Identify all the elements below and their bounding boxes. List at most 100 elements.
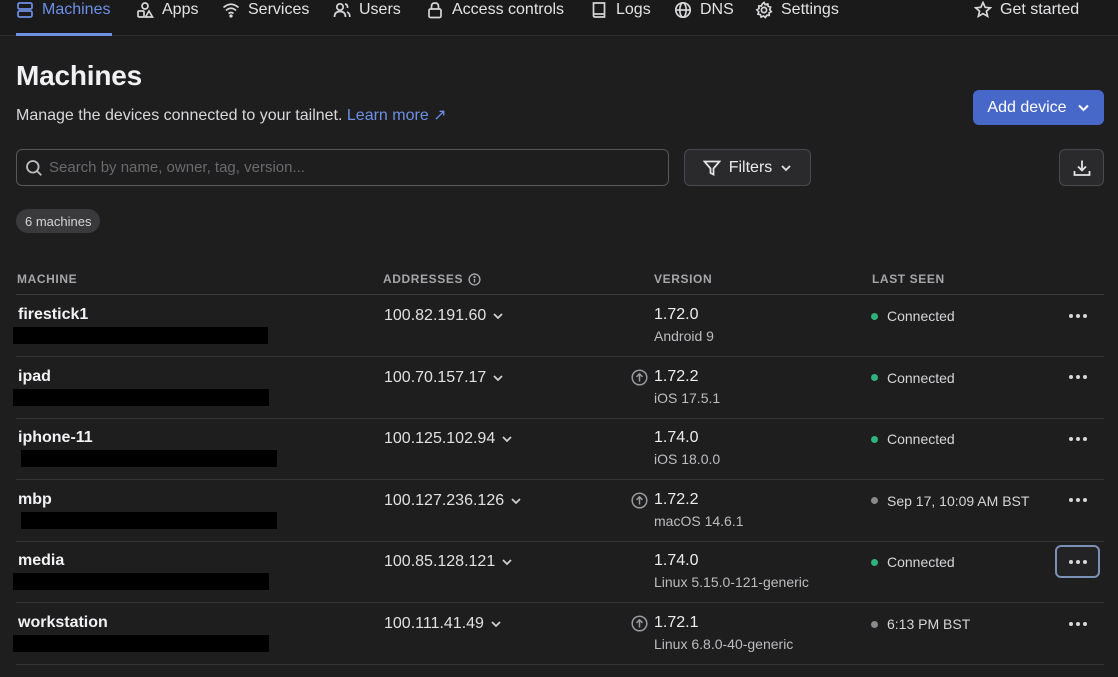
- learn-more-link[interactable]: Learn more ↗: [347, 107, 447, 124]
- last-seen-text: Sep 17, 10:09 AM BST: [887, 492, 1030, 509]
- last-seen: Sep 17, 10:09 AM BST: [871, 493, 1029, 509]
- update-available-icon[interactable]: [631, 615, 648, 632]
- row-divider: [16, 664, 1104, 665]
- column-header-version: VERSION: [654, 272, 712, 286]
- filters-label: Filters: [728, 158, 773, 176]
- table-row[interactable]: iphone-11 100.125.102.94 1.74.0 iOS 18.0.0 C…: [0, 418, 1118, 481]
- table-row[interactable]: mbp 100.127.236.126 1.72.2 macOS 14.6.1 Sep …: [0, 480, 1118, 542]
- table-row[interactable]: firestick1 100.82.191.60 1.72.0 Android 9 Co…: [0, 295, 1118, 357]
- top-navigation: Machines Apps Services Users Access cont…: [0, 0, 1118, 36]
- chevron-down-icon: [493, 313, 503, 320]
- nav-services[interactable]: Services: [222, 0, 309, 36]
- last-seen-text: Connected: [887, 431, 955, 448]
- lock-icon: [428, 2, 442, 19]
- machine-name[interactable]: firestick1: [18, 306, 88, 324]
- machine-version: 1.72.0: [654, 306, 699, 323]
- chevron-down-icon: [493, 374, 503, 381]
- status-dot: [871, 558, 878, 566]
- redacted-owner: [13, 635, 269, 652]
- last-seen: Connected: [871, 554, 955, 570]
- column-label: MACHINE: [17, 272, 78, 286]
- nav-label: Access controls: [452, 1, 565, 18]
- get-started-link[interactable]: Get started: [974, 0, 1079, 36]
- column-label: VERSION: [654, 272, 713, 286]
- more-horizontal-icon: [1068, 498, 1087, 503]
- more-horizontal-icon: [1068, 559, 1087, 564]
- status-dot: [871, 620, 878, 628]
- nav-dns[interactable]: DNS: [674, 0, 734, 36]
- machine-address[interactable]: 100.85.128.121: [384, 553, 513, 571]
- nav-logs[interactable]: Logs: [590, 0, 651, 36]
- nav-machines[interactable]: Machines: [16, 0, 110, 36]
- table-row[interactable]: media 100.85.128.121 1.74.0 Linux 5.15.0-12…: [0, 541, 1118, 604]
- machine-menu-button[interactable]: [1055, 299, 1100, 332]
- column-label: ADDRESSES: [383, 272, 464, 286]
- machine-os: iOS 18.0.0: [654, 451, 721, 468]
- export-button[interactable]: [1059, 149, 1104, 186]
- nav-apps[interactable]: Apps: [136, 0, 198, 36]
- chevron-down-icon: [502, 559, 512, 566]
- machine-version: 1.72.2: [654, 367, 699, 385]
- update-available-icon[interactable]: [631, 369, 648, 386]
- machine-menu-button[interactable]: [1055, 422, 1100, 455]
- machine-address[interactable]: 100.127.236.126: [384, 492, 522, 510]
- redacted-owner: [13, 327, 268, 344]
- chevron-down-icon: [502, 436, 512, 443]
- apps-icon: [137, 2, 154, 18]
- add-device-button[interactable]: Add device: [973, 90, 1104, 125]
- nav-label: Services: [248, 1, 310, 18]
- table-row[interactable]: ipad 100.70.157.17 1.72.2 iOS 17.5.1 Connect…: [0, 357, 1118, 419]
- machine-count-badge: 6 machines: [16, 209, 101, 233]
- address-text: 100.70.157.17: [384, 368, 487, 386]
- machine-os: Linux 5.15.0-121-generic: [654, 574, 809, 591]
- download-icon: [1073, 160, 1090, 176]
- nav-settings[interactable]: Settings: [755, 0, 839, 36]
- column-header-addresses: ADDRESSES: [383, 272, 481, 286]
- filters-button[interactable]: Filters: [684, 149, 811, 186]
- machine-menu-button[interactable]: [1055, 361, 1100, 394]
- arrow-up-circle-icon: [631, 615, 648, 632]
- machine-menu-button[interactable]: [1055, 545, 1100, 579]
- machine-address[interactable]: 100.70.157.17: [384, 369, 504, 387]
- last-seen-text: Connected: [887, 554, 955, 571]
- machine-address[interactable]: 100.111.41.49: [384, 615, 502, 633]
- nav-access-controls[interactable]: Access controls: [426, 0, 564, 36]
- column-header-machine: MACHINE: [17, 272, 77, 286]
- wifi-icon: [222, 3, 240, 18]
- machine-address[interactable]: 100.125.102.94: [384, 430, 513, 448]
- column-label: LAST SEEN: [872, 272, 945, 286]
- more-horizontal-icon: [1068, 621, 1087, 626]
- search-input[interactable]: [49, 159, 649, 176]
- last-seen: Connected: [871, 431, 955, 447]
- redacted-owner: [13, 573, 269, 591]
- machine-name[interactable]: media: [18, 552, 64, 570]
- table-row[interactable]: workstation 100.111.41.49 1.72.1 Linux 6.8.…: [0, 603, 1118, 665]
- machine-os: macOS 14.6.1: [654, 512, 744, 529]
- more-horizontal-icon: [1068, 375, 1087, 380]
- book-icon: [592, 2, 606, 18]
- more-horizontal-icon: [1068, 436, 1087, 441]
- update-available-icon[interactable]: [631, 492, 648, 509]
- filter-icon: [702, 160, 721, 176]
- machine-name[interactable]: workstation: [18, 614, 108, 632]
- machine-address[interactable]: 100.82.191.60: [384, 307, 504, 325]
- last-seen-text: 6:13 PM BST: [887, 616, 971, 632]
- machine-os: Android 9: [654, 328, 714, 344]
- nav-users[interactable]: Users: [333, 0, 401, 36]
- status-dot: [871, 312, 878, 320]
- machine-os: iOS 17.5.1: [654, 389, 721, 406]
- arrow-up-circle-icon: [631, 492, 648, 509]
- chevron-down-icon: [491, 621, 501, 628]
- nav-label: Machines: [42, 1, 111, 18]
- last-seen: 6:13 PM BST: [871, 616, 970, 632]
- info-icon[interactable]: [468, 272, 481, 286]
- nav-label: Settings: [781, 1, 839, 18]
- machine-menu-button[interactable]: [1055, 607, 1100, 640]
- machine-name[interactable]: iphone-11: [18, 429, 93, 447]
- server-icon: [17, 2, 33, 18]
- machine-os: Linux 6.8.0-40-generic: [654, 636, 794, 652]
- machine-name[interactable]: mbp: [18, 491, 52, 509]
- machine-name[interactable]: ipad: [18, 368, 51, 386]
- active-tab-indicator: [16, 33, 112, 36]
- machine-menu-button[interactable]: [1055, 484, 1100, 517]
